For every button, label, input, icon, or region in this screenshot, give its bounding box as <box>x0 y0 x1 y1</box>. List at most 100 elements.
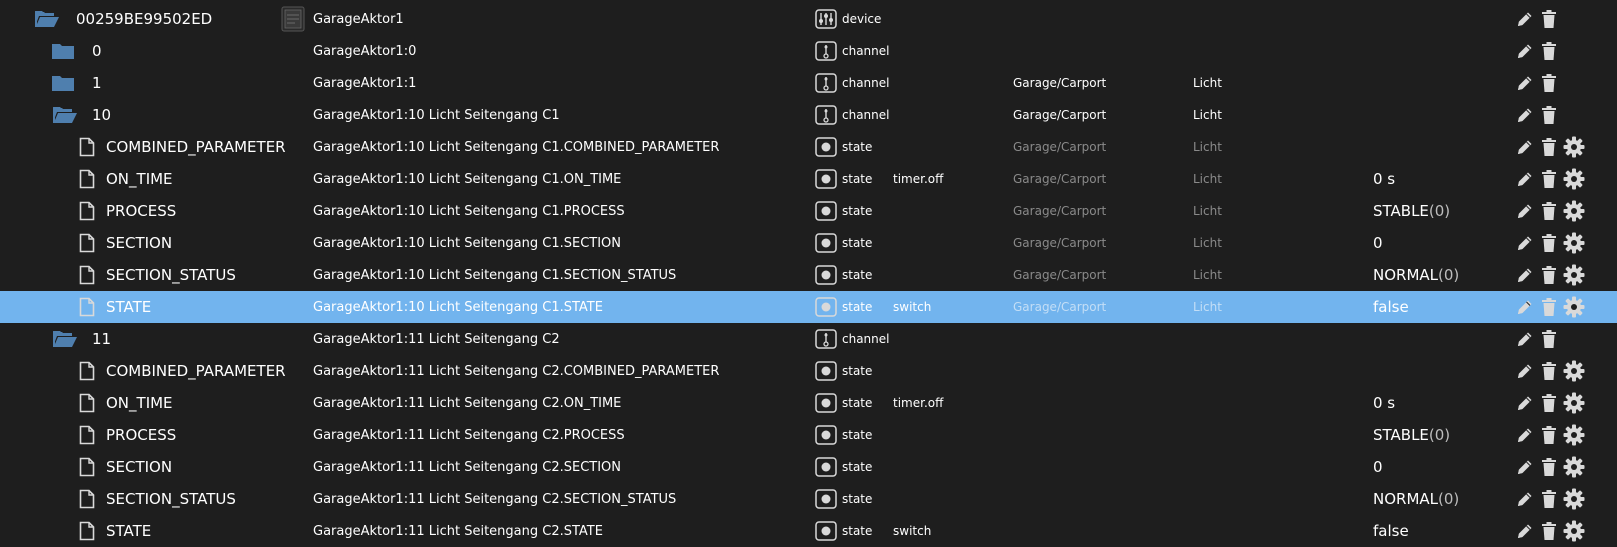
edit-pencil-icon[interactable] <box>1513 3 1537 35</box>
tree-row[interactable]: STATE GarageAktor1:11 Licht Seitengang C2… <box>0 515 1617 547</box>
object-value[interactable]: 0 s <box>1373 163 1395 195</box>
tree-row[interactable]: SECTION GarageAktor1:10 Licht Seitengang … <box>0 227 1617 259</box>
edit-pencil-icon[interactable] <box>1513 99 1537 131</box>
edit-pencil-icon[interactable] <box>1513 67 1537 99</box>
object-function: Licht <box>1193 76 1222 90</box>
tree-row[interactable]: PROCESS GarageAktor1:10 Licht Seitengang … <box>0 195 1617 227</box>
tree-row[interactable]: 1 GarageAktor1:1 channel Garage/Carport Lich… <box>0 67 1617 99</box>
object-type: state <box>842 172 873 186</box>
delete-trash-icon[interactable] <box>1537 355 1561 387</box>
edit-pencil-icon[interactable] <box>1513 515 1537 547</box>
object-value[interactable]: false <box>1373 515 1409 547</box>
object-id: STATE <box>106 522 152 540</box>
edit-pencil-icon[interactable] <box>1513 35 1537 67</box>
tree-row[interactable]: 10 GarageAktor1:10 Licht Seitengang C1 cha… <box>0 99 1617 131</box>
settings-gear-icon[interactable] <box>1562 259 1586 291</box>
object-value[interactable]: STABLE (0) <box>1373 195 1450 227</box>
edit-pencil-icon[interactable] <box>1513 291 1537 323</box>
delete-trash-icon[interactable] <box>1537 35 1561 67</box>
folder-open-icon[interactable] <box>50 99 80 131</box>
folder-open-icon[interactable] <box>32 3 62 35</box>
tree-row[interactable]: SECTION GarageAktor1:11 Licht Seitengang … <box>0 451 1617 483</box>
edit-pencil-icon[interactable] <box>1513 323 1537 355</box>
object-id: PROCESS <box>106 202 177 220</box>
delete-trash-icon[interactable] <box>1537 291 1561 323</box>
settings-gear-icon[interactable] <box>1562 195 1586 227</box>
delete-trash-icon[interactable] <box>1537 67 1561 99</box>
edit-pencil-icon[interactable] <box>1513 131 1537 163</box>
delete-trash-icon[interactable] <box>1537 99 1561 131</box>
object-name: GarageAktor1:11 Licht Seitengang C2.SECT… <box>313 459 622 475</box>
file-icon <box>72 163 102 195</box>
channel-type-icon <box>814 323 838 355</box>
delete-trash-icon[interactable] <box>1537 3 1561 35</box>
object-value[interactable]: NORMAL (0) <box>1373 259 1459 291</box>
delete-trash-icon[interactable] <box>1537 195 1561 227</box>
tree-row[interactable]: COMBINED_PARAMETER GarageAktor1:10 Licht … <box>0 131 1617 163</box>
edit-pencil-icon[interactable] <box>1513 195 1537 227</box>
settings-gear-icon[interactable] <box>1562 483 1586 515</box>
state-type-icon <box>814 387 838 419</box>
state-type-icon <box>814 195 838 227</box>
settings-gear-icon[interactable] <box>1562 163 1586 195</box>
folder-icon[interactable] <box>48 35 78 67</box>
tree-row[interactable]: SECTION_STATUS GarageAktor1:11 Licht Seit… <box>0 483 1617 515</box>
object-id: 0 <box>92 42 102 60</box>
object-function: Licht <box>1193 140 1222 154</box>
channel-type-icon <box>814 67 838 99</box>
edit-pencil-icon[interactable] <box>1513 163 1537 195</box>
object-value[interactable]: STABLE (0) <box>1373 419 1450 451</box>
tree-row[interactable]: 11 GarageAktor1:11 Licht Seitengang C2 cha… <box>0 323 1617 355</box>
state-type-icon <box>814 227 838 259</box>
edit-pencil-icon[interactable] <box>1513 387 1537 419</box>
object-value[interactable]: false <box>1373 291 1409 323</box>
delete-trash-icon[interactable] <box>1537 323 1561 355</box>
settings-gear-icon[interactable] <box>1562 227 1586 259</box>
delete-trash-icon[interactable] <box>1537 387 1561 419</box>
file-icon <box>72 483 102 515</box>
delete-trash-icon[interactable] <box>1537 259 1561 291</box>
object-name: GarageAktor1:11 Licht Seitengang C2.SECT… <box>313 491 677 507</box>
tree-row[interactable]: SECTION_STATUS GarageAktor1:10 Licht Seit… <box>0 259 1617 291</box>
delete-trash-icon[interactable] <box>1537 483 1561 515</box>
delete-trash-icon[interactable] <box>1537 419 1561 451</box>
object-type: channel <box>842 76 890 90</box>
edit-pencil-icon[interactable] <box>1513 259 1537 291</box>
delete-trash-icon[interactable] <box>1537 131 1561 163</box>
object-value[interactable]: 0 s <box>1373 387 1395 419</box>
object-name: GarageAktor1:0 <box>313 43 417 59</box>
object-value[interactable]: NORMAL (0) <box>1373 483 1459 515</box>
object-name: GarageAktor1:11 Licht Seitengang C2.COMB… <box>313 363 720 379</box>
settings-gear-icon[interactable] <box>1562 387 1586 419</box>
object-value[interactable]: 0 <box>1373 227 1383 259</box>
delete-trash-icon[interactable] <box>1537 451 1561 483</box>
tree-row[interactable]: COMBINED_PARAMETER GarageAktor1:11 Licht … <box>0 355 1617 387</box>
edit-pencil-icon[interactable] <box>1513 355 1537 387</box>
tree-row[interactable]: PROCESS GarageAktor1:11 Licht Seitengang … <box>0 419 1617 451</box>
edit-pencil-icon[interactable] <box>1513 419 1537 451</box>
settings-gear-icon[interactable] <box>1562 291 1586 323</box>
settings-gear-icon[interactable] <box>1562 131 1586 163</box>
delete-trash-icon[interactable] <box>1537 163 1561 195</box>
settings-gear-icon[interactable] <box>1562 451 1586 483</box>
tree-row[interactable]: ON_TIME GarageAktor1:11 Licht Seitengang … <box>0 387 1617 419</box>
folder-open-icon[interactable] <box>50 323 80 355</box>
edit-pencil-icon[interactable] <box>1513 227 1537 259</box>
delete-trash-icon[interactable] <box>1537 515 1561 547</box>
value-text: 0 <box>1373 458 1383 476</box>
object-type: state <box>842 300 873 314</box>
settings-gear-icon[interactable] <box>1562 355 1586 387</box>
settings-gear-icon[interactable] <box>1562 419 1586 451</box>
object-id: STATE <box>106 298 152 316</box>
object-role: timer.off <box>893 172 944 186</box>
edit-pencil-icon[interactable] <box>1513 451 1537 483</box>
tree-row[interactable]: 00259BE99502ED GarageAktor1 device <box>0 3 1617 35</box>
edit-pencil-icon[interactable] <box>1513 483 1537 515</box>
tree-row[interactable]: 0 GarageAktor1:0 channel <box>0 35 1617 67</box>
object-value[interactable]: 0 <box>1373 451 1383 483</box>
folder-icon[interactable] <box>48 67 78 99</box>
settings-gear-icon[interactable] <box>1562 515 1586 547</box>
tree-row[interactable]: ON_TIME GarageAktor1:10 Licht Seitengang … <box>0 163 1617 195</box>
tree-row-selected[interactable]: STATE GarageAktor1:10 Licht Seitengang C1… <box>0 291 1617 323</box>
delete-trash-icon[interactable] <box>1537 227 1561 259</box>
